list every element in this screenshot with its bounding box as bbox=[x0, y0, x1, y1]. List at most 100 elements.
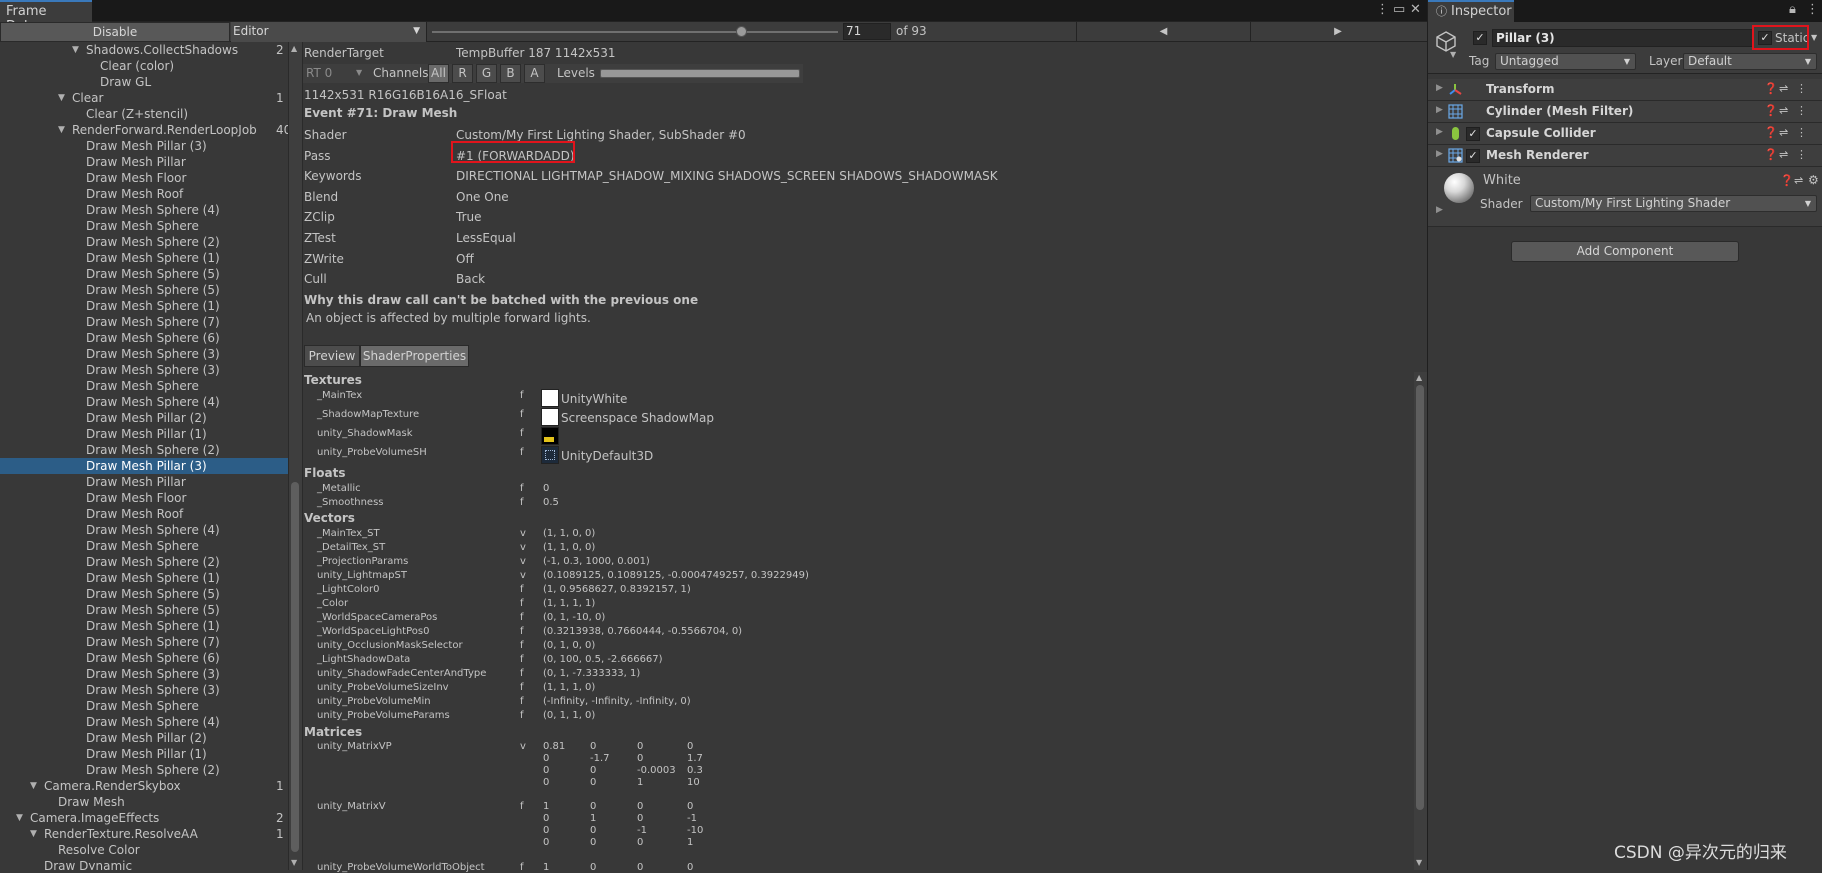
tree-item[interactable]: Draw Mesh Sphere (5) bbox=[0, 602, 288, 618]
help-icon[interactable]: ❓ bbox=[1764, 104, 1778, 117]
tab-frame-debug[interactable]: Frame Debug bbox=[0, 0, 92, 34]
tree-item[interactable]: Clear (Z+stencil) bbox=[0, 106, 288, 122]
event-slider-thumb[interactable] bbox=[735, 26, 747, 37]
close-icon[interactable]: ✕ bbox=[1410, 2, 1421, 17]
tree-item[interactable]: Draw Mesh Sphere (6) bbox=[0, 650, 288, 666]
fold-arrow-icon[interactable]: ▼ bbox=[58, 90, 65, 106]
disable-button[interactable]: Disable bbox=[0, 22, 230, 42]
fold-arrow-icon[interactable]: ▶ bbox=[1436, 83, 1443, 93]
scroll-up-icon[interactable]: ▲ bbox=[1416, 373, 1422, 382]
component-header[interactable]: ▶ ✓ Mesh Renderer ❓ ⇌ ⋮ bbox=[1428, 145, 1822, 167]
tree-item[interactable]: Draw Mesh Pillar (3) bbox=[0, 138, 288, 154]
tree-item[interactable]: Draw Mesh Pillar (2) bbox=[0, 410, 288, 426]
event-tree-scroll-thumb[interactable] bbox=[291, 482, 299, 852]
tree-item[interactable]: Draw Mesh Pillar (1) bbox=[0, 746, 288, 762]
tree-item[interactable]: Draw Mesh Sphere (1) bbox=[0, 298, 288, 314]
fold-arrow-icon[interactable]: ▶ bbox=[1436, 105, 1443, 115]
icon-dropdown-arrow-icon[interactable]: ▼ bbox=[1450, 50, 1456, 59]
scroll-down-icon[interactable]: ▼ bbox=[1416, 858, 1422, 867]
fold-arrow-icon[interactable]: ▶ bbox=[1436, 205, 1443, 215]
tree-item[interactable]: Draw Mesh Sphere (7) bbox=[0, 634, 288, 650]
tree-item[interactable]: Draw Mesh Sphere bbox=[0, 378, 288, 394]
scroll-up-icon[interactable]: ▲ bbox=[291, 44, 297, 53]
tree-item[interactable]: Draw Mesh Sphere (3) bbox=[0, 666, 288, 682]
scroll-down-icon[interactable]: ▼ bbox=[291, 858, 297, 867]
levels-slider[interactable] bbox=[600, 69, 800, 78]
event-slider[interactable] bbox=[432, 31, 838, 33]
tree-item[interactable]: Draw Mesh Sphere (2) bbox=[0, 442, 288, 458]
tree-item[interactable]: Draw Mesh Floor bbox=[0, 170, 288, 186]
tree-item[interactable]: Draw Mesh Sphere bbox=[0, 218, 288, 234]
component-enabled-checkbox[interactable]: ✓ bbox=[1466, 127, 1480, 141]
tree-item[interactable]: Draw Mesh Pillar (2) bbox=[0, 730, 288, 746]
tree-item[interactable]: Draw Mesh Sphere (7) bbox=[0, 314, 288, 330]
tree-item[interactable]: Draw Mesh Sphere (2) bbox=[0, 762, 288, 778]
tree-item[interactable]: Draw GL bbox=[0, 74, 288, 90]
tree-item[interactable]: Draw Mesh Sphere (1) bbox=[0, 570, 288, 586]
tree-item[interactable]: Draw Mesh Sphere (5) bbox=[0, 586, 288, 602]
tree-item[interactable]: Draw Mesh Pillar bbox=[0, 154, 288, 170]
preset-icon[interactable]: ⇌ bbox=[1779, 126, 1788, 139]
active-checkbox[interactable]: ✓ bbox=[1473, 31, 1487, 45]
help-icon[interactable]: ❓ bbox=[1780, 174, 1794, 187]
tree-item[interactable]: Draw Mesh Roof bbox=[0, 506, 288, 522]
tree-item[interactable]: ▼ RenderForward.RenderLoopJob 40 bbox=[0, 122, 288, 138]
shader-dropdown[interactable]: Custom/My First Lighting Shader ▼ bbox=[1530, 195, 1817, 212]
preset-icon[interactable]: ⇌ bbox=[1779, 104, 1788, 117]
tree-item[interactable]: Draw Mesh Sphere (4) bbox=[0, 522, 288, 538]
channel-g-button[interactable]: G bbox=[476, 64, 497, 83]
tree-item[interactable]: Draw Mesh Pillar bbox=[0, 474, 288, 490]
tree-item[interactable]: Draw Mesh Sphere (4) bbox=[0, 394, 288, 410]
tab-preview[interactable]: Preview bbox=[304, 345, 360, 367]
help-icon[interactable]: ❓ bbox=[1764, 82, 1778, 95]
component-header[interactable]: ▶ ✓ Capsule Collider ❓ ⇌ ⋮ bbox=[1428, 123, 1822, 145]
more-options-icon[interactable]: ⋮ bbox=[1796, 126, 1807, 139]
tree-item[interactable]: Draw Mesh Sphere (2) bbox=[0, 234, 288, 250]
tree-item[interactable]: ▼ Shadows.CollectShadows 2 bbox=[0, 42, 288, 58]
tree-item[interactable]: Draw Mesh Sphere (6) bbox=[0, 330, 288, 346]
tree-item[interactable]: ▼ Camera.ImageEffects 2 bbox=[0, 810, 288, 826]
add-component-button[interactable]: Add Component bbox=[1511, 241, 1739, 262]
details-scroll-thumb[interactable] bbox=[1416, 385, 1424, 810]
preset-icon[interactable]: ⇌ bbox=[1779, 148, 1788, 161]
component-header[interactable]: ▶ Transform ❓ ⇌ ⋮ bbox=[1428, 79, 1822, 101]
fold-arrow-icon[interactable]: ▼ bbox=[58, 122, 65, 138]
tree-item[interactable]: Draw Mesh Sphere (5) bbox=[0, 282, 288, 298]
lock-icon[interactable]: 🔒︎ bbox=[1789, 2, 1796, 17]
more-options-icon[interactable]: ⋮ bbox=[1806, 2, 1819, 17]
tree-item[interactable]: Draw Mesh Sphere bbox=[0, 698, 288, 714]
tab-shader-properties[interactable]: ShaderProperties bbox=[360, 345, 469, 367]
more-options-icon[interactable]: ⋮ bbox=[1796, 104, 1807, 117]
panel-splitter[interactable] bbox=[302, 42, 303, 870]
gear-icon[interactable]: ⚙ bbox=[1808, 173, 1819, 187]
component-enabled-checkbox[interactable]: ✓ bbox=[1466, 149, 1480, 163]
tree-item[interactable]: Draw Mesh Sphere (3) bbox=[0, 346, 288, 362]
more-options-icon[interactable]: ⋮ bbox=[1376, 2, 1389, 17]
tree-item[interactable]: Draw Mesh Roof bbox=[0, 186, 288, 202]
tree-item[interactable]: Draw Mesh Sphere bbox=[0, 538, 288, 554]
event-index-field[interactable]: 71 bbox=[843, 23, 891, 40]
tree-item[interactable]: Draw Mesh Sphere (5) bbox=[0, 266, 288, 282]
tree-item[interactable]: Draw Mesh Floor bbox=[0, 490, 288, 506]
tree-item[interactable]: ▼ Clear 1 bbox=[0, 90, 288, 106]
fold-arrow-icon[interactable]: ▶ bbox=[1436, 149, 1443, 159]
tree-item[interactable]: ▼ RenderTexture.ResolveAA 1 bbox=[0, 826, 288, 842]
tree-item[interactable]: Draw Mesh Sphere (2) bbox=[0, 554, 288, 570]
tree-item[interactable]: Draw Mesh Sphere (4) bbox=[0, 714, 288, 730]
tree-item[interactable]: Draw Mesh Pillar (1) bbox=[0, 426, 288, 442]
tree-item[interactable]: Draw Mesh Sphere (3) bbox=[0, 682, 288, 698]
static-dropdown-arrow-icon[interactable]: ▼ bbox=[1811, 33, 1817, 42]
tree-item[interactable]: Draw Mesh Sphere (3) bbox=[0, 362, 288, 378]
tree-item[interactable]: Draw Dynamic bbox=[0, 858, 288, 870]
component-header[interactable]: ▶ Cylinder (Mesh Filter) ❓ ⇌ ⋮ bbox=[1428, 101, 1822, 123]
layer-dropdown[interactable]: Default ▼ bbox=[1683, 53, 1817, 70]
channel-r-button[interactable]: R bbox=[452, 64, 473, 83]
target-dropdown[interactable]: Editor ▼ bbox=[231, 22, 427, 42]
help-icon[interactable]: ❓ bbox=[1764, 126, 1778, 139]
fold-arrow-icon[interactable]: ▼ bbox=[72, 42, 79, 58]
rt-dropdown[interactable]: RT 0 ▼ bbox=[304, 64, 366, 83]
preset-icon[interactable]: ⇌ bbox=[1779, 82, 1788, 95]
help-icon[interactable]: ❓ bbox=[1764, 148, 1778, 161]
tree-item[interactable]: ▼ Camera.RenderSkybox 1 bbox=[0, 778, 288, 794]
tree-item[interactable]: Draw Mesh Pillar (3) bbox=[0, 458, 288, 474]
